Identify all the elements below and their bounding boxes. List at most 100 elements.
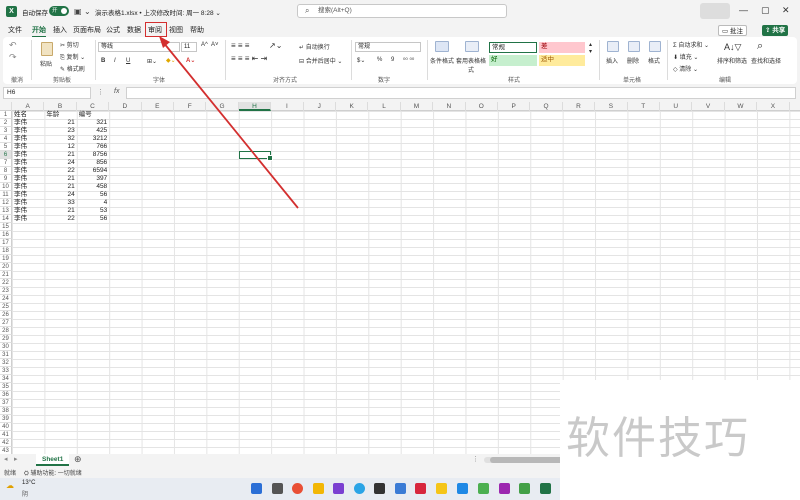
row-header[interactable]: 12 <box>0 199 12 207</box>
table-cell[interactable]: 21 <box>46 151 75 159</box>
delete-cells-button[interactable]: 删除 <box>627 56 639 65</box>
row-header[interactable]: 22 <box>0 279 12 287</box>
row-header[interactable]: 18 <box>0 247 12 255</box>
column-header-j[interactable]: J <box>304 102 336 111</box>
tab-home[interactable]: 开始 <box>32 25 46 38</box>
shrink-font-button[interactable]: A˅ <box>211 42 219 48</box>
start-icon[interactable] <box>251 483 262 494</box>
table-cell[interactable]: 李伟 <box>14 143 42 151</box>
row-header[interactable]: 29 <box>0 335 12 343</box>
accessibility-status[interactable]: ⛭ 辅助功能: 一切就绪 <box>24 468 82 478</box>
table-cell[interactable]: 21 <box>46 183 75 191</box>
table-cell[interactable]: 6594 <box>79 167 107 175</box>
row-header[interactable]: 11 <box>0 191 12 199</box>
table-cell[interactable]: 李伟 <box>14 183 42 191</box>
row-header[interactable]: 36 <box>0 391 12 399</box>
format-as-table-icon[interactable] <box>465 41 479 52</box>
sort-filter-button[interactable]: 排序和筛选 <box>717 56 747 65</box>
table-cell[interactable]: 56 <box>79 191 107 199</box>
fill-button[interactable]: ⬇ 填充 ⌄ <box>673 52 698 61</box>
column-header-w[interactable]: W <box>725 102 758 111</box>
tab-help[interactable]: 帮助 <box>190 25 204 35</box>
table-cell[interactable]: 年龄 <box>46 111 74 119</box>
style-neutral[interactable]: 适中 <box>539 55 585 66</box>
sort-filter-icon[interactable]: A↓▽ <box>724 42 741 53</box>
column-header-n[interactable]: N <box>433 102 466 111</box>
format-cells-button[interactable]: 格式 <box>648 56 660 65</box>
table-cell[interactable]: 458 <box>79 183 107 191</box>
row-header[interactable]: 21 <box>0 271 12 279</box>
comments-button[interactable]: ▭ 批注 <box>718 25 747 36</box>
style-normal[interactable]: 常规 <box>489 42 537 53</box>
tab-insert[interactable]: 插入 <box>53 25 67 35</box>
font-color-icon[interactable]: A⌄ <box>186 57 195 64</box>
app-icon[interactable] <box>333 483 344 494</box>
column-header-l[interactable]: L <box>368 102 401 111</box>
scrollbar-thumb[interactable] <box>490 457 570 463</box>
currency-icon[interactable]: $⌄ <box>357 57 365 64</box>
search-taskbar-icon[interactable] <box>272 483 283 494</box>
save-icon[interactable]: ▣ <box>74 7 82 16</box>
table-cell[interactable]: 33 <box>46 199 75 207</box>
row-header[interactable]: 34 <box>0 375 12 383</box>
next-sheet-icon[interactable]: ▸ <box>14 455 18 463</box>
column-header-t[interactable]: T <box>628 102 660 111</box>
paste-icon[interactable] <box>41 42 53 56</box>
table-cell[interactable]: 24 <box>46 191 75 199</box>
row-header[interactable]: 32 <box>0 359 12 367</box>
table-cell[interactable]: 21 <box>46 207 75 215</box>
column-header-b[interactable]: B <box>44 102 77 111</box>
table-cell[interactable]: 3212 <box>79 135 107 143</box>
table-cell[interactable]: 12 <box>46 143 75 151</box>
comma-button[interactable]: 9 <box>391 57 394 63</box>
table-cell[interactable]: 23 <box>46 127 75 135</box>
column-header-c[interactable]: C <box>77 102 110 111</box>
row-header[interactable]: 38 <box>0 407 12 415</box>
conditional-format-icon[interactable] <box>435 41 449 52</box>
app-icon[interactable] <box>499 483 510 494</box>
align-left-icon[interactable]: ≡ ≡ ≡ ⇤ ⇥ <box>231 54 267 63</box>
find-icon[interactable]: ⌕ <box>757 40 763 53</box>
row-header[interactable]: 8 <box>0 167 12 175</box>
row-header[interactable]: 42 <box>0 439 12 447</box>
row-header[interactable]: 39 <box>0 415 12 423</box>
row-header[interactable]: 16 <box>0 231 12 239</box>
column-header-v[interactable]: V <box>692 102 725 111</box>
redo-icon[interactable]: ↷ <box>9 52 17 63</box>
paste-button[interactable]: 粘贴 <box>40 59 52 68</box>
tab-formulas[interactable]: 公式 <box>106 25 120 35</box>
table-cell[interactable]: 李伟 <box>14 151 42 159</box>
row-header[interactable]: 30 <box>0 343 12 351</box>
selected-cell-h6[interactable] <box>238 151 274 161</box>
delete-cells-icon[interactable] <box>628 41 640 52</box>
table-cell[interactable]: 李伟 <box>14 207 42 215</box>
document-title[interactable]: 演示表格1.xlsx • 上次修改时间: 周一 8:28 ⌄ <box>95 7 221 17</box>
row-header[interactable]: 31 <box>0 351 12 359</box>
italic-button[interactable]: I <box>114 58 116 64</box>
decimal-icon[interactable]: ⁰⁰ ⁰⁰ <box>403 57 414 64</box>
column-header-r[interactable]: R <box>563 102 596 111</box>
row-header[interactable]: 4 <box>0 135 12 143</box>
table-cell[interactable]: 53 <box>79 207 107 215</box>
row-header[interactable]: 7 <box>0 159 12 167</box>
style-good[interactable]: 好 <box>489 55 537 66</box>
cut-button[interactable]: ✂ 剪切 <box>60 40 79 49</box>
row-header[interactable]: 15 <box>0 223 12 231</box>
app-icon[interactable] <box>478 483 489 494</box>
account-avatar[interactable] <box>700 3 730 19</box>
row-header[interactable]: 6 <box>0 151 12 159</box>
fx-icon[interactable]: fx <box>114 88 119 95</box>
table-cell[interactable]: 编号 <box>79 111 107 119</box>
row-header[interactable]: 26 <box>0 311 12 319</box>
borders-icon[interactable]: ⊞⌄ <box>147 58 157 65</box>
wechat-icon[interactable] <box>519 483 530 494</box>
weather-icon[interactable]: ☁ <box>6 481 14 490</box>
terminal-icon[interactable] <box>374 483 385 494</box>
row-header[interactable]: 14 <box>0 215 12 223</box>
table-cell[interactable]: 8756 <box>79 151 107 159</box>
table-cell[interactable]: 李伟 <box>14 167 42 175</box>
minimize-icon[interactable]: — <box>739 5 748 15</box>
column-header-q[interactable]: Q <box>530 102 563 111</box>
table-cell[interactable]: 766 <box>79 143 107 151</box>
orientation-icon[interactable]: ↗⌄ <box>269 41 282 50</box>
